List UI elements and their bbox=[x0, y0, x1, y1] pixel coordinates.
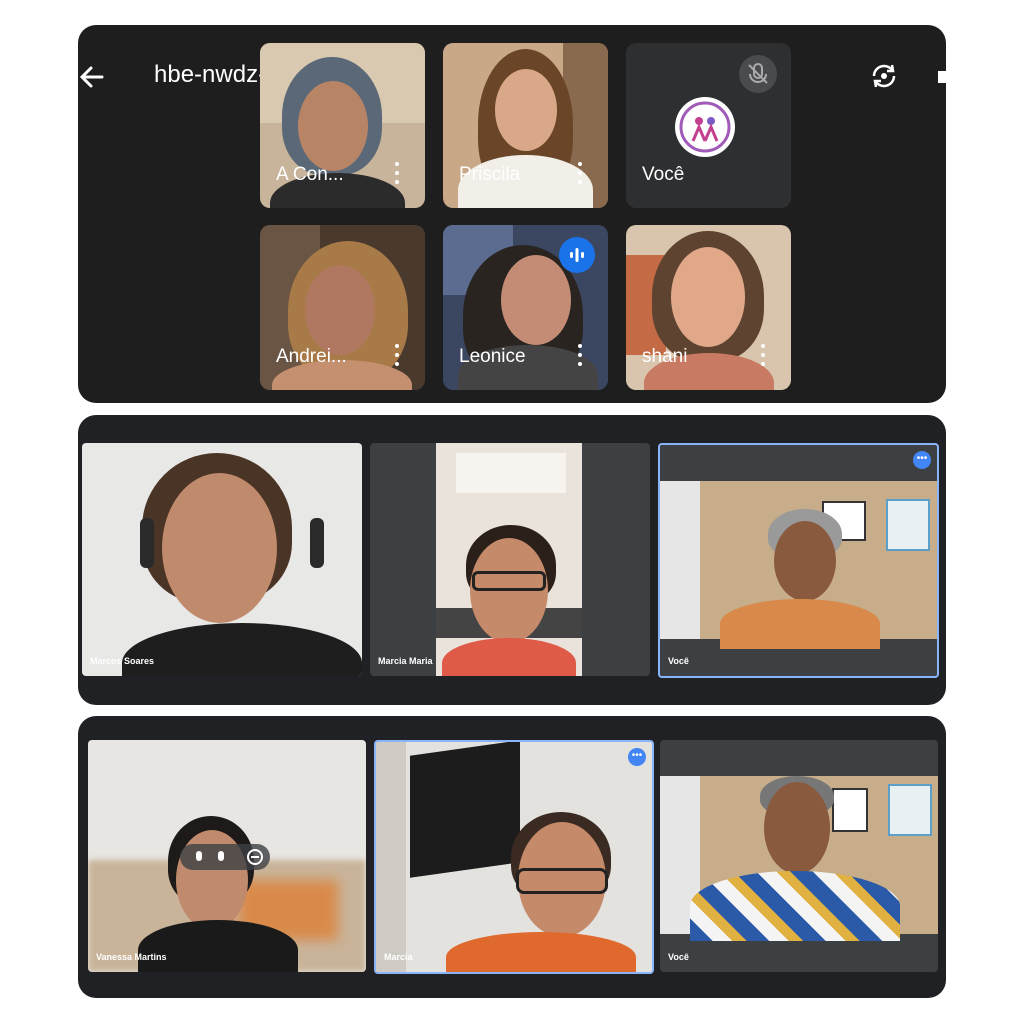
participant-name: Marcia bbox=[384, 952, 413, 962]
participant-name: Leonice bbox=[459, 346, 526, 367]
self-tile[interactable]: Você bbox=[626, 43, 791, 208]
more-options-icon[interactable] bbox=[578, 162, 582, 184]
avatar bbox=[675, 97, 735, 157]
participant-tile[interactable]: Marcia Maria bbox=[370, 443, 650, 676]
participant-name: Priscila bbox=[459, 164, 521, 185]
mic-off-icon[interactable] bbox=[739, 55, 777, 93]
back-arrow-icon[interactable] bbox=[78, 63, 106, 91]
participant-name: Você bbox=[642, 164, 685, 185]
more-options-button[interactable]: ••• bbox=[913, 451, 931, 469]
participant-tile[interactable]: Andrei... bbox=[260, 225, 425, 390]
participant-tile[interactable]: shani bbox=[626, 225, 791, 390]
participant-tile[interactable]: Leonice bbox=[443, 225, 608, 390]
participant-tile[interactable]: Marcos Soares bbox=[82, 443, 362, 676]
desktop-meeting-screen-2: Vanessa Martins ••• Marcia Você bbox=[78, 716, 946, 998]
participant-name: A Con... bbox=[276, 164, 344, 185]
participant-tile[interactable]: A Con... bbox=[260, 43, 425, 208]
participant-name: Andrei... bbox=[276, 346, 347, 367]
self-tile[interactable]: ••• Você bbox=[658, 443, 939, 678]
participant-tile[interactable]: Vanessa Martins bbox=[88, 740, 366, 972]
speaking-indicator-icon bbox=[559, 237, 595, 273]
mobile-meeting-screen: hbe-nwdz-xig ▶ A Con... Priscila bbox=[78, 25, 946, 403]
more-options-icon[interactable] bbox=[395, 162, 399, 184]
participant-name: Você bbox=[668, 952, 689, 962]
self-tile[interactable]: Você bbox=[660, 740, 938, 972]
participant-tile[interactable]: Priscila bbox=[443, 43, 608, 208]
participant-name: Você bbox=[668, 656, 689, 666]
participant-tile[interactable]: ••• Marcia bbox=[374, 740, 654, 974]
more-options-edge[interactable] bbox=[938, 71, 946, 83]
participant-name: Marcia Maria bbox=[378, 656, 433, 666]
more-options-icon[interactable] bbox=[578, 344, 582, 366]
participant-name: shani bbox=[642, 346, 688, 367]
participant-controls bbox=[180, 844, 270, 870]
switch-camera-icon[interactable] bbox=[868, 60, 900, 92]
more-options-icon[interactable] bbox=[395, 344, 399, 366]
more-options-icon[interactable] bbox=[761, 344, 765, 366]
participant-name: Marcos Soares bbox=[90, 656, 155, 666]
desktop-meeting-screen-1: Marcos Soares Marcia Maria ••• Você bbox=[78, 415, 946, 705]
participant-name: Vanessa Martins bbox=[96, 952, 167, 962]
more-options-button[interactable]: ••• bbox=[628, 748, 646, 766]
